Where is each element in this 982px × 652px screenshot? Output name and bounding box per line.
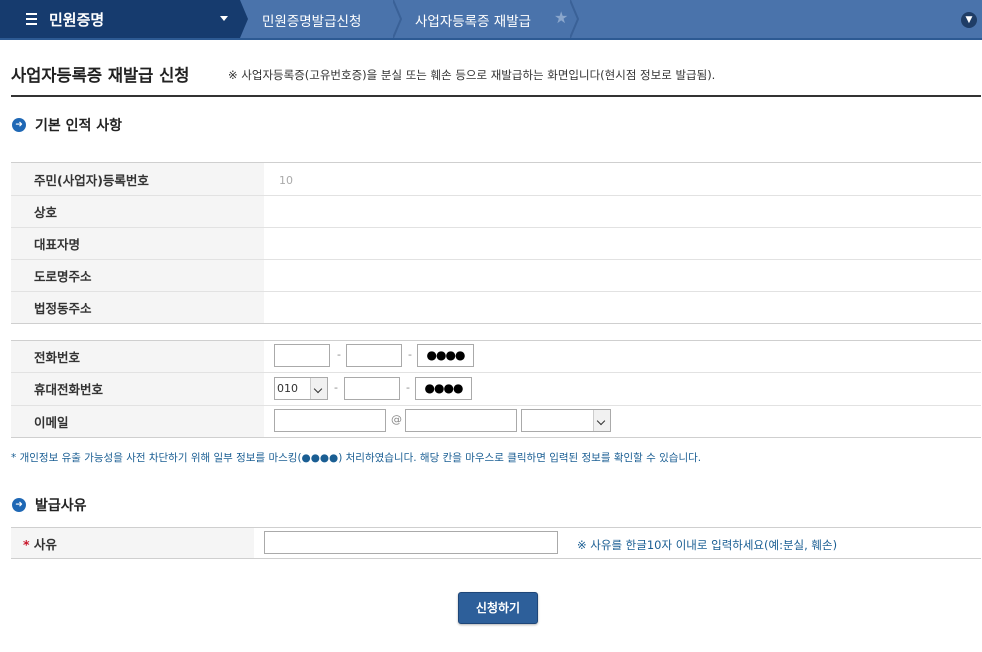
row-label: 도로명주소 xyxy=(34,269,92,284)
reason-label: * 사유 xyxy=(23,534,57,553)
breadcrumb-item-reissue[interactable]: 사업자등록증 재발급 xyxy=(415,10,531,30)
phone-middle-input[interactable] xyxy=(346,344,402,367)
chevron-down-icon xyxy=(310,378,327,399)
dash-separator: - xyxy=(408,348,412,361)
row-label: 상호 xyxy=(34,205,58,220)
row-label: 대표자명 xyxy=(34,237,81,252)
table-row: 대표자명 xyxy=(11,228,981,260)
phone-last-masked-input[interactable]: ●●●● xyxy=(417,344,474,367)
breadcrumb-separator-icon xyxy=(393,0,403,38)
email-id-input[interactable] xyxy=(274,409,386,432)
row-label: 주민(사업자)등록번호 xyxy=(34,173,149,188)
menu-title: 민원증명 xyxy=(49,11,105,29)
breadcrumb-separator-icon xyxy=(570,0,580,38)
table-row: 주민(사업자)등록번호 10 xyxy=(11,163,981,196)
mobile-label: 휴대전화번호 xyxy=(34,382,104,397)
dash-separator: - xyxy=(334,381,338,394)
hamburger-icon xyxy=(26,13,37,28)
arrow-circle-icon: ➜ xyxy=(12,118,26,132)
menu-dropdown-button[interactable]: 민원증명 xyxy=(0,0,240,38)
email-at-sign: @ xyxy=(391,413,402,426)
submit-button[interactable]: 신청하기 xyxy=(458,592,538,624)
arrow-circle-icon: ➜ xyxy=(12,498,26,512)
caret-down-icon xyxy=(220,16,228,21)
breadcrumb-item-issue-request[interactable]: 민원증명발급신청 xyxy=(262,10,361,30)
page-description: ※ 사업자등록증(고유번호증)을 분실 또는 훼손 등으로 재발급하는 화면입니… xyxy=(228,68,716,82)
table-row-mobile: 휴대전화번호 xyxy=(11,373,981,406)
table-row: 도로명주소 xyxy=(11,260,981,292)
reason-section-title: 발급사유 xyxy=(35,498,87,514)
table-row-phone: 전화번호 xyxy=(11,341,981,373)
reason-hint: ※ 사유를 한글10자 이내로 입력하세요(예:분실, 훼손) xyxy=(577,538,838,552)
phone-label: 전화번호 xyxy=(34,350,81,365)
dash-separator: - xyxy=(406,381,410,394)
dash-separator: - xyxy=(337,348,341,361)
expand-chevron-icon[interactable]: ▼ xyxy=(961,12,977,28)
favorite-star-icon[interactable]: ★ xyxy=(554,8,568,27)
reason-input[interactable] xyxy=(264,531,558,554)
table-row: 상호 xyxy=(11,196,981,228)
email-label: 이메일 xyxy=(34,415,69,430)
row-label: 법정동주소 xyxy=(34,301,92,316)
basic-section-title: 기본 인적 사항 xyxy=(35,118,123,134)
mobile-prefix-value: 010 xyxy=(277,382,298,395)
page-title: 사업자등록증 재발급 신청 xyxy=(11,66,190,85)
breadcrumb-separator-icon xyxy=(240,0,248,38)
title-divider xyxy=(11,95,981,97)
phone-area-input[interactable] xyxy=(274,344,330,367)
masking-notice: * 개인정보 유출 가능성을 사전 차단하기 위해 일부 정보를 마스킹(●●●… xyxy=(11,452,702,464)
table-row: 법정동주소 xyxy=(11,292,981,324)
reason-label-text: 사유 xyxy=(33,537,57,552)
mobile-last-masked-input[interactable]: ●●●● xyxy=(415,377,472,400)
chevron-down-icon xyxy=(593,410,610,431)
email-domain-input[interactable] xyxy=(405,409,517,432)
top-navigation-bar: 민원증명 민원증명발급신청 사업자등록증 재발급 ★ ▼ xyxy=(0,0,982,40)
registration-number-value: 10 xyxy=(279,174,293,187)
required-mark: * xyxy=(23,537,30,552)
mobile-prefix-select[interactable]: 010 xyxy=(274,377,328,400)
email-domain-select[interactable] xyxy=(521,409,611,432)
mobile-middle-input[interactable] xyxy=(344,377,400,400)
